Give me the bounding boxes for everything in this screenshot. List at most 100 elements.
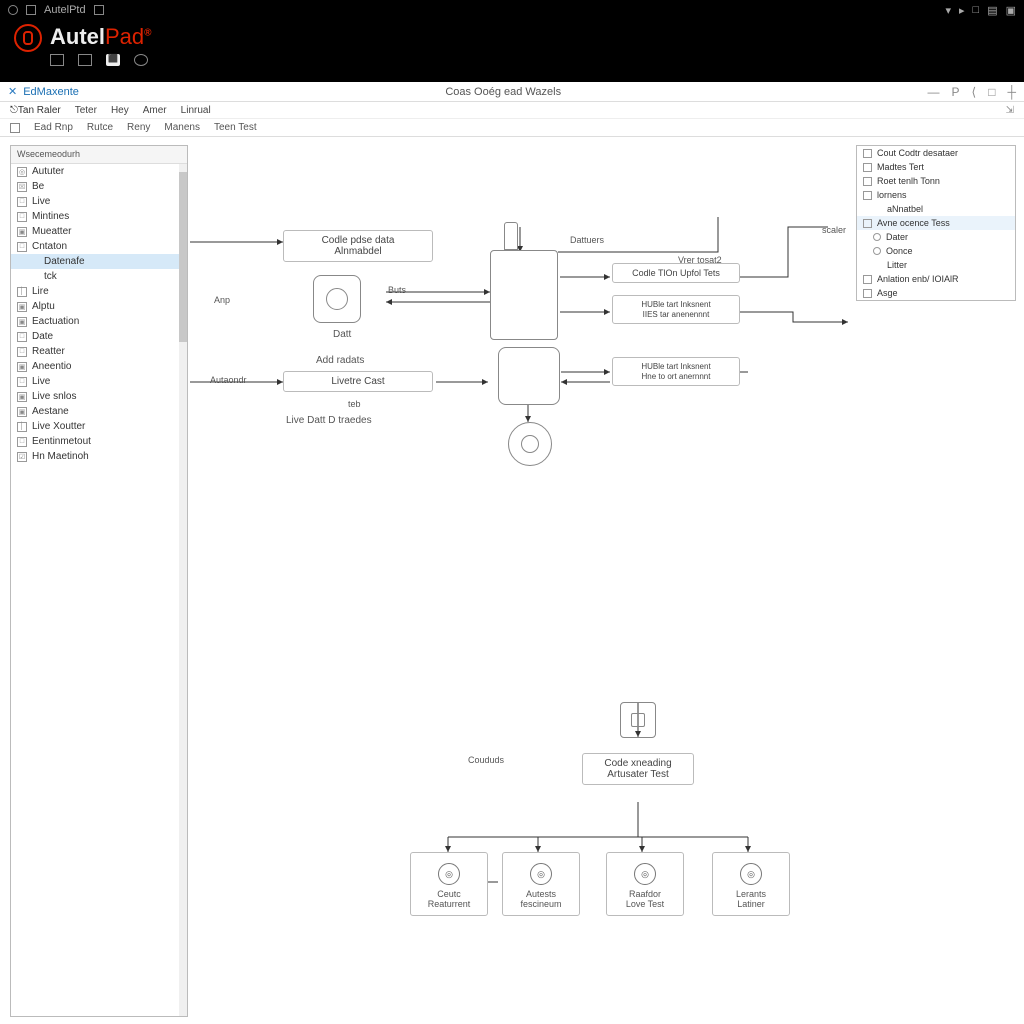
tree-item-label: Live Xoutter (32, 421, 85, 432)
plate-2[interactable]: HUBle tart Inksnent IIES tar anenennnt (612, 295, 740, 324)
rp-item-10[interactable]: Asge (857, 286, 1015, 300)
settings-icon[interactable] (134, 54, 148, 66)
rp-item-icon (863, 219, 872, 228)
tree-item-11[interactable]: □Date (11, 329, 187, 344)
tree-item-icon (29, 272, 39, 282)
tree-item-10[interactable]: ▣Eactuation (11, 314, 187, 329)
tree-item-8[interactable]: │Lire (11, 284, 187, 299)
tree-scroll-thumb[interactable] (179, 172, 187, 342)
tb-1[interactable]: Rutce (87, 122, 113, 133)
tb-icon[interactable] (10, 123, 20, 133)
bnode-2[interactable]: ◎ Autests fescineum (502, 852, 580, 916)
close-icon[interactable]: ┼ (1007, 85, 1016, 99)
tree-item-icon: ▣ (17, 392, 27, 402)
left-tree-panel: Wsecemeodurh ◎Aututer☒Be□Live□Mintines▣M… (10, 145, 188, 1017)
bnode-1[interactable]: ◎ Ceutc Reaturrent (410, 852, 488, 916)
layout2-icon[interactable]: ▣ (1006, 4, 1016, 17)
badge-icon[interactable]: ⬛ (106, 54, 120, 66)
save-icon[interactable]: □ (973, 4, 980, 17)
node1-l2: Alnmabdel (290, 246, 426, 257)
tree-item-label: Alptu (32, 301, 55, 312)
tree-item-15[interactable]: ▣Live snlos (11, 389, 187, 404)
node-actuator[interactable]: Code xneading Artusater Test (582, 753, 694, 785)
tb-2[interactable]: Reny (127, 122, 150, 133)
tree-item-icon: │ (17, 422, 27, 432)
rp-item-9[interactable]: Anlation enb/ IOIAlR (857, 272, 1015, 286)
left-tree[interactable]: ◎Aututer☒Be□Live□Mintines▣Mueatter□Cntat… (11, 164, 187, 1016)
bnode2-icon: ◎ (530, 863, 552, 885)
tree-item-12[interactable]: □Reatter (11, 344, 187, 359)
rp-item-7[interactable]: Oonce (857, 244, 1015, 258)
rp-item-8[interactable]: Litter (857, 258, 1015, 272)
b3t: Raafdor (609, 889, 681, 899)
rp-item-4[interactable]: aNnatbel (857, 202, 1015, 216)
tree-item-7[interactable]: tck (11, 269, 187, 284)
menu-extra-icon[interactable]: ⇲ (1006, 105, 1014, 116)
node-code-data[interactable]: Codle pdse data Alnmabdel (283, 230, 433, 262)
menu-1[interactable]: Teter (75, 105, 97, 116)
menu-2[interactable]: Hey (111, 105, 129, 116)
tree-item-0[interactable]: ◎Aututer (11, 164, 187, 179)
layout-icon[interactable]: ▤ (987, 4, 997, 17)
bnode-3[interactable]: ◎ Raafdor Love Test (606, 852, 684, 916)
tree-item-icon: □ (17, 212, 27, 222)
menu-0[interactable]: ⎋Tan Raler (10, 105, 61, 116)
plate-3[interactable]: HUBle tart Inksnent Hne to ort anernnnt (612, 357, 740, 386)
rp-item-icon (873, 247, 881, 255)
home-icon[interactable] (50, 54, 64, 66)
node2-l: Livetre Cast (290, 376, 426, 387)
lbl-buts: Buts (388, 285, 406, 295)
tree-item-icon: □ (17, 347, 27, 357)
tree-scrollbar[interactable] (179, 164, 187, 1016)
os-icon-3 (94, 5, 104, 15)
diagram-canvas[interactable]: Cout Codtr desataerMadtes TertRoet tenlh… (188, 137, 1024, 1017)
tree-item-5[interactable]: □Cntaton (11, 239, 187, 254)
tree-item-icon (29, 257, 39, 267)
tree-item-1[interactable]: ☒Be (11, 179, 187, 194)
brand-text: AutelPad® (50, 24, 152, 50)
rp-item-6[interactable]: Dater (857, 230, 1015, 244)
tree-item-18[interactable]: □Eentinmetout (11, 434, 187, 449)
bnode-4[interactable]: ◎ Lerants Latiner (712, 852, 790, 916)
tree-item-17[interactable]: │ Live Xoutter (11, 419, 187, 434)
p-icon[interactable]: P (952, 85, 960, 99)
menu-3[interactable]: Amer (143, 105, 167, 116)
tree-item-4[interactable]: ▣Mueatter (11, 224, 187, 239)
tree-item-label: Mintines (32, 211, 69, 222)
bnode3-icon: ◎ (634, 863, 656, 885)
tree-item-13[interactable]: ▣Aneentio (11, 359, 187, 374)
rp-item-label: Asge (877, 288, 898, 298)
minimize-icon[interactable]: — (928, 85, 940, 99)
rp-item-0[interactable]: Cout Codtr desataer (857, 146, 1015, 160)
menu-4[interactable]: Linrual (181, 105, 211, 116)
maximize-icon[interactable]: □ (988, 85, 995, 99)
tree-item-3[interactable]: □ Mintines (11, 209, 187, 224)
workspace: Wsecemeodurh ◎Aututer☒Be□Live□Mintines▣M… (0, 137, 1024, 1017)
tree-item-9[interactable]: ▣Alptu (11, 299, 187, 314)
rp-item-icon (863, 177, 872, 186)
tree-item-label: Lire (32, 286, 49, 297)
tree-item-19[interactable]: ☑Hn Maetinoh (11, 449, 187, 464)
chevron-right-icon[interactable]: ▸ (959, 4, 965, 17)
tool-icon: ✕ (8, 85, 17, 98)
rp-item-3[interactable]: lornens (857, 188, 1015, 202)
chevron-down-icon[interactable]: ▾ (945, 4, 951, 17)
tree-item-label: Datenafe (44, 256, 85, 267)
tree-item-6[interactable]: Datenafe (11, 254, 187, 269)
rp-item-5[interactable]: Avne ocence Tess (857, 216, 1015, 230)
device-box-2 (498, 347, 560, 405)
rp-item-2[interactable]: Roet tenlh Tonn (857, 174, 1015, 188)
plate-1[interactable]: Codle TlOn Upfol Tets (612, 263, 740, 283)
doc-icon[interactable] (78, 54, 92, 66)
node-live-cast[interactable]: Livetre Cast (283, 371, 433, 392)
tb-4[interactable]: Teen Test (214, 122, 257, 133)
tree-item-2[interactable]: □Live (11, 194, 187, 209)
tree-item-14[interactable]: □Live (11, 374, 187, 389)
brand-sup: ® (144, 28, 151, 39)
tb-0[interactable]: Ead Rnp (34, 122, 73, 133)
rp-item-1[interactable]: Madtes Tert (857, 160, 1015, 174)
tree-item-16[interactable]: ▣Aestane (11, 404, 187, 419)
tb-3[interactable]: Manens (164, 122, 200, 133)
tree-item-label: Live (32, 196, 50, 207)
restore-icon[interactable]: ⟨ (972, 85, 977, 99)
